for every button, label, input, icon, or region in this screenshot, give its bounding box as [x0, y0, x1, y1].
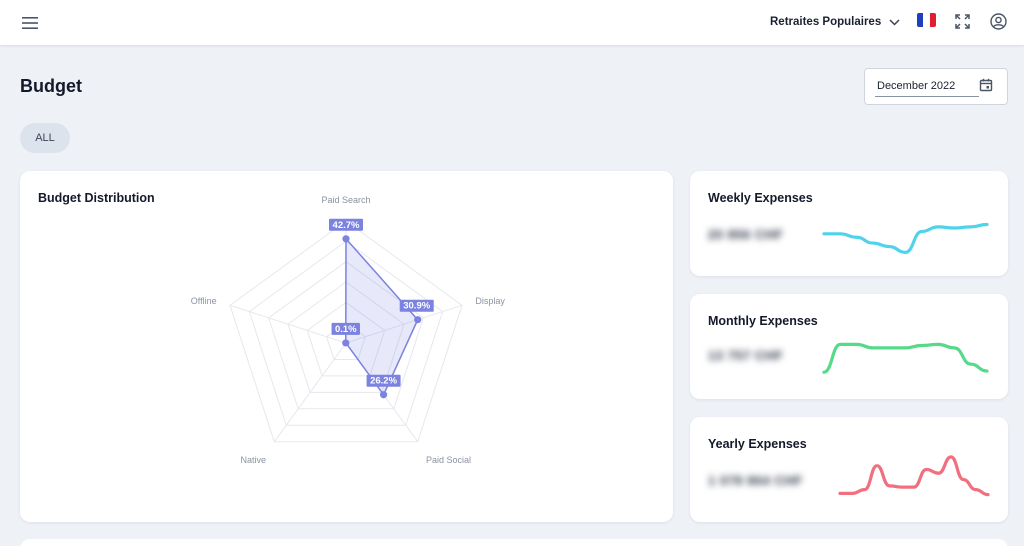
france-flag-icon[interactable]	[917, 13, 936, 27]
budget-distribution-radar-chart: 42.7% 30.9% 26.2% 0.1% Paid Search Display Pai…	[191, 195, 506, 465]
date-picker-field[interactable]: December 2022	[864, 68, 1008, 105]
radar-data-area	[345, 236, 419, 397]
sparkline-path	[838, 455, 990, 497]
user-account-icon[interactable]	[988, 11, 1008, 31]
monthly-expenses-sparkline	[822, 342, 989, 374]
radar-category-label: Offline	[191, 296, 217, 306]
organization-name: Retraites Populaires	[770, 16, 882, 28]
radar-data-point	[342, 339, 350, 347]
yearly-expenses-title: Yearly Expenses	[708, 437, 807, 451]
weekly-expenses-sparkline	[822, 222, 989, 254]
monthly-expenses-title: Monthly Expenses	[708, 314, 818, 328]
calendar-icon[interactable]	[979, 78, 993, 92]
radar-data-point	[342, 235, 350, 243]
yearly-expenses-card: Yearly Expenses 1 078 864 CHF	[690, 417, 1008, 522]
radar-data-point	[379, 391, 388, 399]
weekly-expenses-card: Weekly Expenses 20 856 CHF	[690, 171, 1008, 276]
radar-category-label: Display	[475, 296, 505, 306]
date-picker-value: December 2022	[877, 80, 956, 92]
sparkline-path	[822, 222, 989, 254]
radar-value-label: 42.7%	[333, 220, 360, 231]
radar-category-label: Paid Social	[426, 455, 471, 465]
monthly-expenses-card: Monthly Expenses 13 757 CHF	[690, 294, 1008, 399]
radar-grid-spoke	[229, 304, 347, 344]
yearly-expenses-sparkline	[838, 455, 990, 497]
page-title: Budget	[20, 76, 82, 96]
sparkline-path	[822, 342, 989, 374]
next-section-card	[20, 539, 1008, 546]
fullscreen-icon[interactable]	[952, 11, 972, 31]
filter-chip-all[interactable]: ALL	[20, 123, 70, 153]
chevron-down-icon	[889, 18, 900, 26]
weekly-expenses-title: Weekly Expenses	[708, 191, 813, 205]
radar-value-label: 0.1%	[335, 324, 357, 335]
radar-value-label: 26.2%	[370, 376, 397, 387]
hamburger-menu-icon[interactable]	[19, 12, 41, 34]
organization-selector[interactable]: Retraites Populaires	[770, 10, 900, 34]
radar-category-label: Paid Search	[321, 195, 370, 205]
monthly-expenses-value: 13 757 CHF	[708, 348, 784, 363]
date-field-underline	[875, 96, 979, 97]
budget-distribution-card: Budget Distribution 42.7% 30.9% 26.2% 0.1% P…	[20, 171, 673, 522]
top-app-bar: Retraites Populaires	[0, 0, 1024, 45]
radar-category-label: Native	[241, 455, 267, 465]
yearly-expenses-value: 1 078 864 CHF	[708, 473, 803, 488]
radar-value-label: 30.9%	[403, 301, 430, 312]
weekly-expenses-value: 20 856 CHF	[708, 227, 784, 242]
radar-data-point	[414, 316, 422, 324]
